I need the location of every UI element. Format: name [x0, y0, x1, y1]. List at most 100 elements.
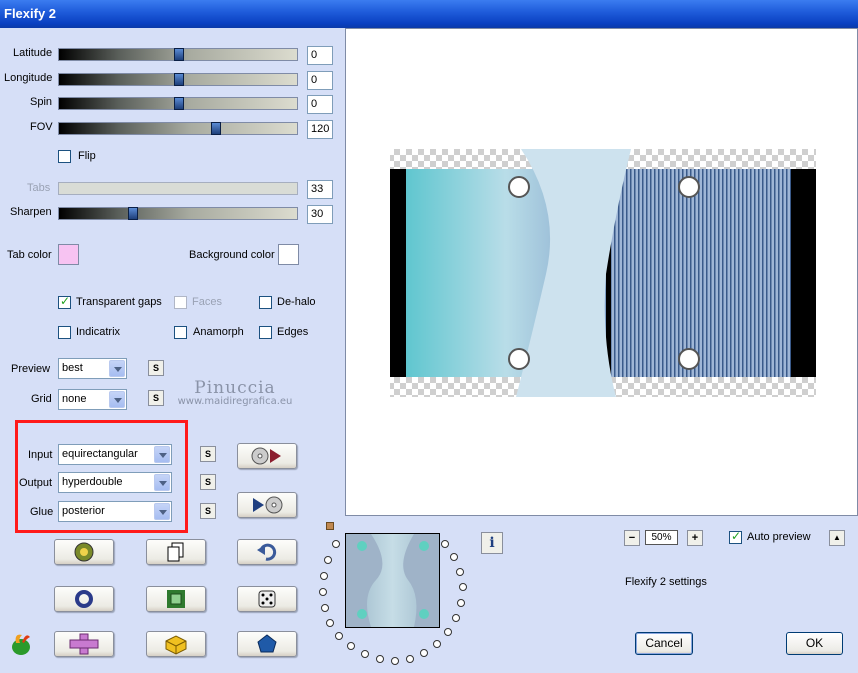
sharpen-slider[interactable] [58, 207, 298, 220]
faces-label: Faces [192, 296, 222, 308]
de-halo-checkbox[interactable] [259, 296, 272, 309]
flip-checkbox[interactable] [58, 150, 71, 163]
zoom-level: 50% [645, 530, 678, 545]
preview-image [390, 149, 816, 397]
fov-slider[interactable] [58, 122, 298, 135]
undo-button[interactable] [237, 539, 297, 565]
ok-button[interactable]: OK [786, 632, 843, 655]
latitude-label: Latitude [13, 47, 53, 59]
copy-button[interactable] [146, 539, 206, 565]
output-s-button[interactable]: S [200, 474, 216, 490]
dropdown-arrow-icon [109, 391, 125, 408]
yellow-block-icon [165, 635, 187, 655]
cancel-button[interactable]: Cancel [635, 632, 693, 655]
ring-dot [457, 599, 465, 607]
window-title: Flexify 2 [4, 6, 57, 21]
fov-thumb[interactable] [211, 122, 221, 135]
glue-label: Glue [30, 506, 54, 518]
ring-dot [450, 553, 458, 561]
ring-dot [452, 614, 460, 622]
longitude-label: Longitude [4, 72, 53, 84]
watermark-url: www.maidiregrafica.eu [177, 396, 293, 407]
latitude-thumb[interactable] [174, 48, 184, 61]
dice-icon [258, 590, 276, 608]
transparent-gaps-label: Transparent gaps [76, 296, 162, 308]
preview-canvas [345, 28, 858, 516]
pentagon-icon [257, 634, 277, 653]
pentagon-button[interactable] [237, 631, 297, 657]
dropdown-arrow-icon [154, 503, 170, 520]
ring-dot [319, 588, 327, 596]
latitude-value[interactable]: 0 [307, 46, 333, 65]
random-seed-button[interactable] [54, 539, 114, 565]
ring-dot [324, 556, 332, 564]
ring-dot [441, 540, 449, 548]
indicatrix-checkbox[interactable] [58, 326, 71, 339]
ring-button[interactable] [54, 586, 114, 612]
load-preset-button[interactable] [237, 443, 297, 469]
check-icon: ✓ [731, 529, 742, 543]
spin-slider[interactable] [58, 97, 298, 110]
glue-select[interactable]: posterior [58, 501, 172, 522]
grid-select-value: none [62, 393, 87, 405]
input-select[interactable]: equirectangular [58, 444, 172, 465]
preview-label: Preview [11, 363, 51, 375]
zoom-out-button[interactable]: − [624, 530, 640, 546]
undo-arrow-icon [257, 543, 277, 561]
longitude-value[interactable]: 0 [307, 71, 333, 90]
ring-handle[interactable] [326, 522, 334, 530]
spin-label: Spin [30, 96, 53, 108]
ring-dot [321, 604, 329, 612]
cross-button[interactable] [54, 631, 114, 657]
latitude-slider[interactable] [58, 48, 298, 61]
de-halo-label: De-halo [277, 296, 316, 308]
title-bar: Flexify 2 [0, 0, 858, 28]
anamorph-label: Anamorph [193, 326, 244, 338]
background-color-label: Background color [189, 249, 275, 261]
tabs-slider [58, 182, 298, 195]
fov-value[interactable]: 120 [307, 120, 333, 139]
tab-color-swatch[interactable] [58, 244, 79, 265]
glue-s-button[interactable]: S [200, 503, 216, 519]
grid-label: Grid [31, 393, 52, 405]
copy-page-icon [167, 542, 184, 562]
frame-button[interactable] [146, 586, 206, 612]
anamorph-checkbox[interactable] [174, 326, 187, 339]
tabs-value: 33 [307, 180, 333, 199]
grid-s-button[interactable]: S [148, 390, 164, 406]
sharpen-thumb[interactable] [128, 207, 138, 220]
output-select[interactable]: hyperdouble [58, 472, 172, 493]
grid-select[interactable]: none [58, 389, 127, 410]
collapse-button[interactable]: ▲ [829, 530, 845, 546]
output-select-value: hyperdouble [62, 476, 123, 488]
background-color-swatch[interactable] [278, 244, 299, 265]
preview-s-button[interactable]: S [148, 360, 164, 376]
settings-text: Flexify 2 settings [625, 576, 707, 588]
info-icon[interactable]: i [481, 532, 503, 554]
edges-checkbox[interactable] [259, 326, 272, 339]
auto-preview-label: Auto preview [747, 531, 811, 543]
sharpen-value[interactable]: 30 [307, 205, 333, 224]
flip-label: Flip [78, 150, 96, 162]
auto-preview-checkbox[interactable]: ✓ [729, 529, 742, 544]
longitude-thumb[interactable] [174, 73, 184, 86]
preview-select[interactable]: best [58, 358, 127, 379]
flaming-pear-logo-icon [12, 634, 30, 655]
ring-dot [459, 583, 467, 591]
dice-button[interactable] [237, 586, 297, 612]
spin-value[interactable]: 0 [307, 95, 333, 114]
spin-thumb[interactable] [174, 97, 184, 110]
ring-dot [444, 628, 452, 636]
green-square-icon [167, 590, 185, 608]
transparent-gaps-checkbox[interactable]: ✓ [58, 294, 71, 309]
dropdown-arrow-icon [109, 360, 125, 377]
edges-label: Edges [277, 326, 309, 338]
input-s-button[interactable]: S [200, 446, 216, 462]
thumbnail-image [346, 534, 439, 627]
watermark: Pinuccia www.maidiregrafica.eu [170, 378, 300, 407]
cube-button[interactable] [146, 631, 206, 657]
zoom-in-button[interactable]: + [687, 530, 703, 546]
save-preset-button[interactable] [237, 492, 297, 518]
longitude-slider[interactable] [58, 73, 298, 86]
thumbnail-preview[interactable] [345, 533, 440, 628]
